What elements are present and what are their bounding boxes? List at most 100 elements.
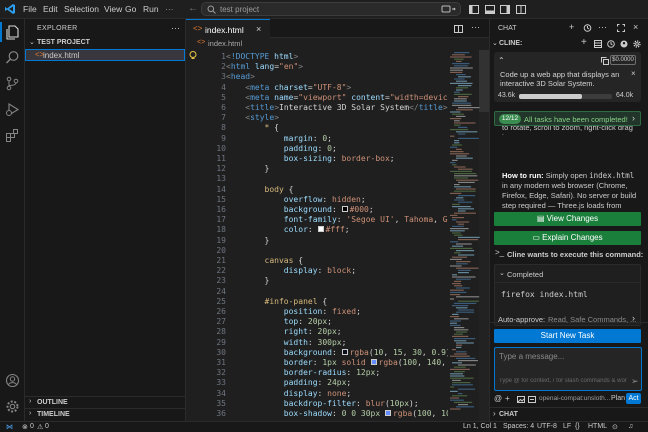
command-center[interactable]: test project (201, 2, 461, 16)
scrollbar-thumb[interactable] (479, 50, 489, 112)
minimap-line (452, 362, 463, 364)
task-card[interactable]: ⌃ $0.0000 × Code up a web app that displ… (494, 52, 641, 102)
more-actions-icon[interactable]: ··· (171, 23, 180, 33)
settings-gear-icon[interactable] (633, 40, 641, 48)
auto-approve-value[interactable]: Read, Safe Commands, ... (548, 315, 636, 324)
end-of-line[interactable]: LF (563, 423, 571, 430)
code-line: border: 1px solid rgba(100, 140, 25 (283, 358, 446, 367)
language-braces-icon[interactable]: {} (575, 423, 580, 430)
split-editor-icon[interactable] (454, 25, 463, 33)
minimap-line (454, 184, 460, 186)
act-mode-toggle[interactable]: Act (626, 393, 641, 404)
language-mode[interactable]: HTML (588, 423, 607, 430)
plan-mode-toggle[interactable]: Plan (611, 395, 625, 402)
file-item-index-html[interactable]: <> index.html (25, 49, 185, 61)
line-number: 20 (216, 245, 226, 255)
minimap-line (456, 342, 474, 344)
breadcrumb-item[interactable]: index.html (208, 39, 242, 48)
minimap-line (450, 135, 455, 137)
minimap-line (452, 382, 471, 384)
new-chat-plus-icon[interactable]: + (569, 22, 574, 32)
chat-section-header[interactable]: › CHAT (490, 407, 648, 420)
menu-run[interactable]: Run (143, 4, 159, 14)
tab-index-html[interactable]: <> index.html × (186, 19, 270, 38)
layout-sidebar-icon[interactable] (469, 5, 479, 14)
close-icon[interactable]: × (256, 24, 261, 34)
mcp-servers-icon[interactable] (594, 40, 602, 48)
menu-edit[interactable]: Edit (43, 4, 58, 14)
add-icon[interactable]: + (505, 394, 510, 403)
settings-gear-icon[interactable] (5, 399, 20, 414)
more-actions-icon[interactable]: ··· (471, 22, 480, 32)
indentation[interactable]: Spaces: 4 (503, 423, 534, 430)
code-editor[interactable]: 1 <!DOCTYPE html> 2 <html lang="en"> 3 <head>… (186, 50, 448, 421)
minimap-line (456, 267, 479, 269)
history-icon[interactable] (607, 40, 615, 48)
maximize-icon[interactable] (617, 24, 625, 32)
color-swatch[interactable] (341, 206, 348, 212)
close-icon[interactable]: × (633, 22, 638, 32)
close-icon[interactable]: × (631, 69, 636, 78)
encoding[interactable]: UTF-8 (537, 423, 557, 430)
errors-count[interactable]: 0 (30, 423, 34, 430)
back-arrow-icon[interactable]: ← (188, 3, 198, 14)
line-number: 3 (221, 72, 226, 82)
menu-selection[interactable]: Selection (64, 4, 99, 14)
explain-changes-button[interactable]: ▭ Explain Changes (494, 231, 641, 245)
message-input[interactable]: Type a message... Type @ for context, / … (494, 347, 642, 391)
cursor-position[interactable]: Ln 1, Col 1 (463, 423, 497, 430)
errors-icon[interactable]: ⊗ (22, 423, 28, 431)
explorer-icon[interactable] (5, 25, 20, 40)
editor-scrollbar[interactable] (479, 50, 489, 421)
remote-icon[interactable]: ⋈ (6, 423, 13, 431)
view-changes-button[interactable]: ▤ View Changes (494, 212, 641, 226)
layout-customize-icon[interactable] (516, 5, 526, 14)
search-icon (207, 5, 216, 14)
layout-panel-icon[interactable] (485, 5, 495, 14)
mcp-icon[interactable] (528, 396, 536, 403)
color-swatch[interactable] (384, 410, 391, 416)
history-icon[interactable] (583, 24, 592, 32)
minimap-line (450, 111, 461, 113)
search-icon[interactable] (5, 50, 20, 65)
chevron-down-icon[interactable]: ⌄ (499, 269, 505, 277)
send-icon[interactable]: ➢ (631, 376, 639, 387)
account-icon[interactable] (5, 373, 20, 388)
menu-view[interactable]: View (104, 4, 122, 14)
warnings-icon[interactable]: ⚠ (37, 423, 43, 431)
account-icon[interactable] (620, 40, 628, 48)
line-number: 31 (216, 358, 226, 367)
mention-icon[interactable]: @ (494, 394, 502, 403)
add-icon[interactable]: + (581, 37, 587, 48)
minimap-line (456, 179, 479, 181)
layout-secondary-sidebar-icon[interactable] (500, 5, 510, 14)
project-section-header[interactable]: ⌄ TEST PROJECT (25, 38, 185, 49)
minimap-line (450, 368, 470, 370)
menu-go[interactable]: Go (125, 4, 136, 14)
color-swatch[interactable] (317, 226, 324, 233)
chevron-right-icon[interactable]: › (632, 313, 635, 323)
start-new-task-button[interactable]: Start New Task (494, 329, 641, 343)
color-swatch[interactable] (341, 348, 348, 355)
extensions-icon[interactable] (5, 128, 20, 143)
line-number: 5 (221, 92, 226, 102)
tasks-completed-banner[interactable]: 12/12 All tasks have been completed! › (494, 111, 641, 126)
chevron-right-icon[interactable]: › (632, 113, 635, 123)
timeline-section-header[interactable]: › TIMELINE (25, 408, 185, 420)
warnings-count[interactable]: 0 (45, 423, 49, 430)
code-line: display: none; (283, 388, 352, 398)
notifications-bell-icon[interactable]: ♫ (628, 423, 633, 430)
color-swatch[interactable] (370, 359, 377, 365)
model-selector[interactable]: openai-compat:unsloth... (539, 395, 611, 402)
copy-icon[interactable] (601, 57, 609, 65)
run-debug-icon[interactable] (5, 102, 20, 117)
source-control-icon[interactable] (5, 76, 20, 91)
chevron-up-icon[interactable]: ⌃ (498, 56, 505, 65)
copilot-status-icon[interactable]: ⊙ (612, 423, 618, 431)
more-actions-icon[interactable]: ··· (598, 22, 607, 32)
more-menus-icon[interactable]: ··· (165, 4, 174, 14)
copilot-icon[interactable] (441, 5, 457, 14)
menu-file[interactable]: File (23, 4, 37, 14)
outline-section-header[interactable]: › OUTLINE (25, 396, 185, 408)
image-icon[interactable] (517, 396, 525, 403)
